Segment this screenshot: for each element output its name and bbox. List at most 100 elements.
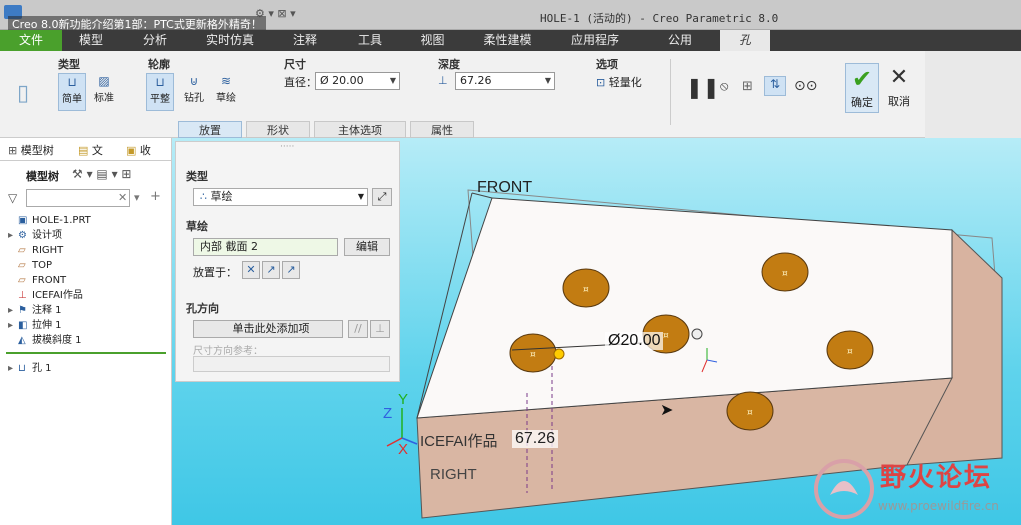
- tree-search-input[interactable]: [26, 189, 130, 207]
- menu-view[interactable]: 视图: [400, 30, 465, 51]
- sketch-tool-button[interactable]: ⤢: [372, 188, 392, 206]
- menu-applications[interactable]: 应用程序: [550, 30, 640, 51]
- menu-flexible-modeling[interactable]: 柔性建模: [465, 30, 550, 51]
- perpendicular-icon[interactable]: ⊥: [370, 320, 390, 338]
- tree-item-design-items[interactable]: ▸ ⚙ 设计项: [8, 229, 62, 243]
- right-plane-label: RIGHT: [430, 466, 477, 483]
- expand-icon[interactable]: ▸: [8, 229, 18, 243]
- expand-icon[interactable]: ▸: [8, 362, 18, 376]
- part-icon: ▣: [18, 215, 28, 226]
- depth-dimension[interactable]: 67.26: [512, 430, 559, 448]
- group-depth-label: 深度: [438, 58, 460, 71]
- menu-hole[interactable]: 孔: [720, 30, 770, 51]
- drill-profile-icon: ⊍: [189, 74, 199, 88]
- cancel-button[interactable]: ✕ 取消: [882, 63, 916, 113]
- ribbon-filler: [925, 51, 1021, 138]
- csys-y-label: Y: [398, 391, 409, 408]
- filter-icon[interactable]: ▽: [8, 191, 17, 205]
- add-icon[interactable]: +: [150, 189, 161, 204]
- menu-model[interactable]: 模型: [62, 30, 120, 51]
- tab-body-options[interactable]: 主体选项: [314, 121, 406, 138]
- ok-button[interactable]: ✔ 确定: [845, 63, 879, 113]
- expand-icon[interactable]: ▸: [8, 304, 18, 318]
- profile-flat-button[interactable]: ⊔ 平整: [146, 73, 174, 111]
- group-size-label: 尺寸: [284, 58, 306, 71]
- menu-live-simulation[interactable]: 实时仿真: [190, 30, 270, 51]
- csys-label: ICEFAI作品: [420, 433, 498, 450]
- extrude-icon: ◧: [18, 320, 28, 331]
- tab-model-tree[interactable]: ⊞ 模型树: [8, 142, 54, 158]
- depth-field[interactable]: 67.26 ▼: [455, 72, 555, 90]
- tree-item-csys[interactable]: ⊥ ICEFAI作品: [8, 289, 83, 303]
- tree-item-annotation[interactable]: ▸ ⚑ 注释 1: [8, 304, 62, 318]
- place-direction-icon[interactable]: ↗: [262, 261, 280, 279]
- place-surface-icon[interactable]: ✕: [242, 261, 260, 279]
- diameter-dimension[interactable]: Ø20.00: [605, 332, 664, 350]
- group-profile-label: 轮廓: [148, 58, 170, 71]
- sketch-collector[interactable]: 内部 截面 2: [193, 238, 338, 256]
- csys-z-label: Z: [383, 405, 393, 422]
- tree-item-front[interactable]: ▱ FRONT: [8, 274, 66, 288]
- standard-hole-icon: ▨: [98, 74, 110, 88]
- menu-common[interactable]: 公用: [640, 30, 720, 51]
- type-select[interactable]: ∴ 草绘 ▼: [193, 188, 368, 206]
- profile-drill-button[interactable]: ⊍ 钻孔: [180, 73, 208, 111]
- tree-item-part[interactable]: ▣ HOLE-1.PRT: [8, 214, 91, 228]
- tree-settings-icon[interactable]: ⚒ ▾ ▤ ▾ ⊞: [72, 167, 131, 181]
- tab-favorites[interactable]: ▣ 收: [126, 142, 151, 158]
- forum-url: www.proewildfire.cn: [878, 499, 999, 513]
- menu-annotate[interactable]: 注释: [270, 30, 340, 51]
- menu-file[interactable]: 文件: [0, 30, 62, 51]
- parallel-icon[interactable]: //: [348, 320, 368, 338]
- chevron-down-icon[interactable]: ▼: [545, 73, 551, 89]
- tab-folder-browser[interactable]: ▤ 文: [78, 142, 103, 158]
- type-label: 类型: [186, 170, 208, 183]
- hole-center-mark: ¤: [583, 285, 589, 295]
- mouse-cursor-icon: ➤: [660, 400, 674, 419]
- simple-hole-icon: ⊔: [67, 75, 77, 89]
- csys-icon: ⊥: [18, 290, 27, 301]
- group-options-label: 选项: [596, 58, 618, 71]
- type-simple-button[interactable]: ⊔ 简单: [58, 73, 86, 111]
- panel-grip[interactable]: ·····: [280, 142, 294, 152]
- hole-icon: ⊔: [18, 363, 26, 374]
- dimension-reference-field[interactable]: [193, 356, 390, 372]
- profile-sketch-button[interactable]: ≋ 草绘: [212, 73, 240, 111]
- tab-placement[interactable]: 放置: [178, 121, 242, 138]
- insert-here-marker[interactable]: [6, 352, 166, 354]
- tree-item-hole[interactable]: ▸ ⊔ 孔 1: [8, 362, 52, 376]
- sketch-icon: ∴: [200, 190, 211, 203]
- tab-shape[interactable]: 形状: [246, 121, 310, 138]
- menu-analysis[interactable]: 分析: [120, 30, 190, 51]
- center-marker[interactable]: [691, 328, 703, 340]
- chevron-down-icon[interactable]: ▼: [390, 73, 396, 89]
- lightweight-option[interactable]: ⊡ 轻量化: [596, 74, 642, 90]
- dynamic-preview-icon[interactable]: ⇅: [764, 76, 786, 96]
- tree-item-extrude[interactable]: ▸ ◧ 拉伸 1: [8, 319, 62, 333]
- depth-blind-icon[interactable]: ⊥: [438, 74, 454, 88]
- search-dropdown-icon[interactable]: ▾: [134, 191, 140, 204]
- hole-center-mark: ¤: [847, 347, 853, 357]
- menu-tools[interactable]: 工具: [340, 30, 400, 51]
- no-preview-icon[interactable]: ⦸: [720, 79, 728, 94]
- type-standard-button[interactable]: ▨ 标准: [90, 73, 118, 111]
- hole-feature-icon: ▯: [16, 81, 30, 106]
- attached-preview-icon[interactable]: ⊞: [742, 79, 753, 94]
- verify-mode-icon[interactable]: ⊙⊙: [794, 78, 817, 94]
- diameter-field[interactable]: Ø 20.00 ▼: [315, 72, 400, 90]
- clear-search-icon[interactable]: ✕: [118, 191, 127, 204]
- tab-properties[interactable]: 属性: [410, 121, 474, 138]
- place-reference-icon[interactable]: ↗: [282, 261, 300, 279]
- ribbon: ▯ 类型 ⊔ 简单 ▨ 标准 轮廓 ⊔ 平整 ⊍ 钻孔 ≋ 草绘 尺寸 直径： Ø 20.…: [0, 51, 1021, 138]
- pause-icon[interactable]: ❚❚: [686, 75, 720, 99]
- favorites-icon: ▣: [126, 144, 137, 157]
- chevron-down-icon[interactable]: ▼: [358, 189, 364, 205]
- hole-direction-collector[interactable]: 单击此处添加项: [193, 320, 343, 338]
- expand-icon[interactable]: ▸: [8, 319, 18, 333]
- tree-item-right[interactable]: ▱ RIGHT: [8, 244, 63, 258]
- sketch-label: 草绘: [186, 220, 208, 233]
- tree-item-draft[interactable]: ◭ 拔模斜度 1: [8, 334, 82, 348]
- edit-button[interactable]: 编辑: [344, 238, 390, 256]
- drag-handle[interactable]: [553, 348, 565, 360]
- tree-item-top[interactable]: ▱ TOP: [8, 259, 52, 273]
